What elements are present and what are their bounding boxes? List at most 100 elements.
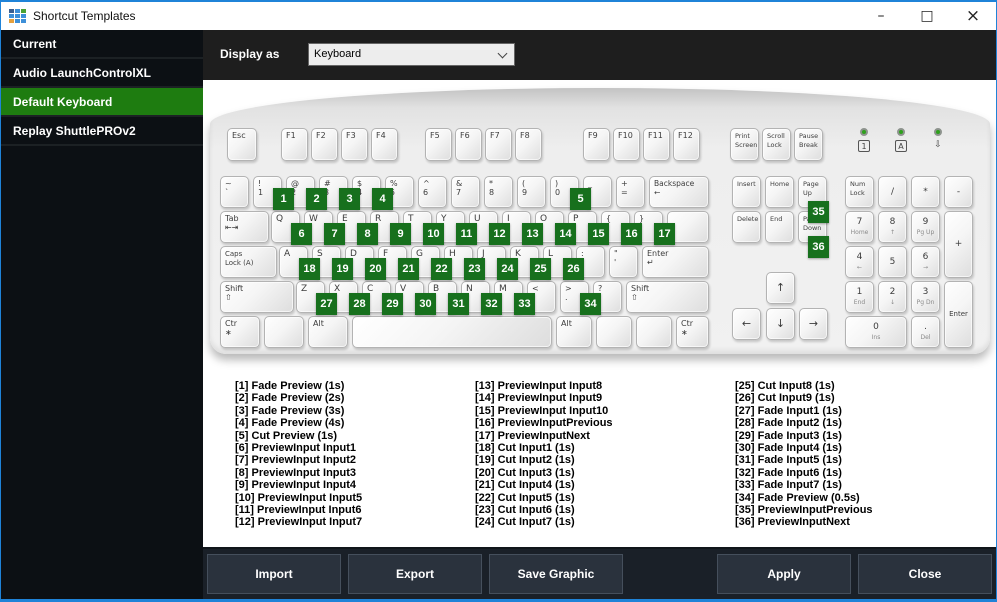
apply-button[interactable]: Apply	[717, 554, 851, 594]
app-icon-tile	[9, 9, 14, 13]
display-as-value: Keyboard	[314, 48, 362, 60]
shortcut-badge: 23	[464, 258, 485, 280]
shortcut-badge: 18	[299, 258, 320, 280]
shortcut-badge: 4	[372, 188, 393, 210]
shortcut-badge: 9	[390, 223, 411, 245]
keyboard-key: Enter ↵	[642, 246, 709, 278]
keyboard-key: Num Lock	[845, 176, 874, 208]
legend-entry: [1] Fade Preview (1s)	[235, 380, 345, 392]
legend-entry: [21] Cut Input4 (1s)	[475, 479, 575, 492]
sidebar-item-replay-shuttleprov2[interactable]: Replay ShuttlePROv2	[1, 117, 203, 146]
legend-entry: [19] Cut Input2 (1s)	[475, 454, 575, 467]
app-icon-tile	[21, 19, 26, 23]
keyboard-key: F10	[613, 128, 640, 161]
close-button[interactable]: Close	[858, 554, 992, 594]
legend-entry: [24] Cut Input7 (1s)	[475, 516, 575, 529]
keyboard-key	[596, 316, 632, 348]
keyboard-key: ←	[732, 308, 761, 340]
legend-entry: [32] Fade Input6 (1s)	[735, 466, 842, 479]
app-icon	[9, 9, 26, 23]
keyboard-key: Print Screen	[730, 128, 759, 161]
keyboard-key: +	[944, 211, 973, 278]
legend-entry: [26] Cut Input9 (1s)	[735, 392, 835, 405]
save-graphic-button[interactable]: Save Graphic	[489, 554, 623, 594]
legend-column: [25] Cut Input8 (1s) [26] Cut Input9 (1s)…	[735, 380, 873, 529]
shortcut-badge: 10	[423, 223, 444, 245]
shortcut-badge: 28	[349, 293, 370, 315]
sidebar-item-current[interactable]: Current	[1, 30, 203, 59]
app-icon-tile	[15, 9, 20, 13]
shortcut-badge: 7	[324, 223, 345, 245]
shortcut-badge: 29	[382, 293, 403, 315]
close-button[interactable]: ×	[950, 2, 996, 30]
keyboard-key: F7	[485, 128, 512, 161]
shortcut-badge: 27	[316, 293, 337, 315]
keyboard-key: ~ `	[220, 176, 249, 208]
legend-entry: [12] PreviewInput Input7	[235, 516, 363, 529]
legend-entry: [35] PreviewInputPrevious	[735, 503, 873, 516]
shortcut-badge: 16	[621, 223, 642, 245]
keyboard-key: *	[911, 176, 940, 208]
legend-entry: [10] PreviewInput Input5	[235, 491, 363, 504]
app-icon-tile	[15, 19, 20, 23]
shortcut-badge: 30	[415, 293, 436, 315]
keyboard-key: End	[765, 211, 794, 243]
keyboard-key: Ctr ∗	[676, 316, 709, 348]
keyboard-key: Esc	[227, 128, 257, 161]
legend-entry: [9] PreviewInput Input4	[235, 479, 357, 492]
legend-entry: [22] Cut Input5 (1s)	[475, 491, 575, 504]
app-icon-tile	[21, 14, 26, 18]
keyboard-key: Tab ⇤⇥	[220, 211, 269, 243]
keyboard-key: (9	[517, 176, 546, 208]
import-button[interactable]: Import	[207, 554, 341, 594]
keyboard-key: F9	[583, 128, 610, 161]
keyboard-key: F6	[455, 128, 482, 161]
footer-right-buttons: Apply Close	[717, 554, 992, 594]
keyboard-key: 2 ↓	[878, 281, 907, 313]
keyboard-key: →	[799, 308, 828, 340]
shortcut-badge: 25	[530, 258, 551, 280]
keyboard-key	[352, 316, 552, 348]
legend-entry: [34] Fade Preview (0.5s)	[735, 491, 860, 504]
keyboard-key: Shift ⇧	[626, 281, 709, 313]
keyboard-key	[636, 316, 672, 348]
keyboard-key: F4	[371, 128, 398, 161]
keyboard-key: Pause Break	[794, 128, 823, 161]
legend-entry: [30] Fade Input4 (1s)	[735, 441, 842, 454]
legend-entry: [36] PreviewInputNext	[735, 516, 850, 529]
shortcut-badge: 35	[808, 201, 829, 223]
keyboard-key: >. 34	[560, 281, 601, 315]
keyboard-key: * 8	[484, 176, 513, 208]
legend-entry: [29] Fade Input3 (1s)	[735, 429, 842, 442]
shortcut-badge: 17	[654, 223, 675, 245]
keyboard-key: F11	[643, 128, 670, 161]
keyboard-key: Q6	[271, 211, 312, 245]
app-icon-tile	[21, 9, 26, 13]
display-as-toolbar: Display as Keyboard	[203, 30, 996, 80]
keyboard-key: Alt	[556, 316, 592, 348]
footer-button-bar: Import Export Save Graphic Apply Close	[203, 547, 996, 599]
window-controls: – □ ×	[858, 2, 996, 30]
minimize-button[interactable]: –	[858, 2, 904, 30]
led-icon: 1	[858, 140, 870, 152]
titlebar[interactable]: Shortcut Templates – □ ×	[1, 2, 996, 30]
shortcut-badge: 1	[273, 188, 294, 210]
shortcut-templates-window: Shortcut Templates – □ × Current Audio Laun…	[0, 0, 997, 602]
app-icon-tile	[15, 14, 20, 18]
shortcut-badge: 22	[431, 258, 452, 280]
keyboard-key: + =	[616, 176, 645, 208]
keyboard-key: ! 1 1	[253, 176, 294, 210]
sidebar-item-audio-launchcontrolxl[interactable]: Audio LaunchControlXL	[1, 59, 203, 88]
maximize-button[interactable]: □	[904, 2, 950, 30]
keyboard-key: Ctr ∗	[220, 316, 260, 348]
app-icon-tile	[9, 14, 14, 18]
legend-entry: [17] PreviewInputNext	[475, 429, 590, 442]
keyboard-key: Caps Lock (A)	[220, 246, 277, 278]
legend-entry: [33] Fade Input7 (1s)	[735, 479, 842, 492]
display-as-dropdown[interactable]: Keyboard	[308, 43, 515, 66]
sidebar-item-default-keyboard[interactable]: Default Keyboard	[1, 88, 203, 117]
keyboard-led: A	[890, 128, 912, 154]
export-button[interactable]: Export	[348, 554, 482, 594]
led-dot	[934, 128, 942, 136]
footer-left-buttons: Import Export Save Graphic	[207, 554, 623, 594]
